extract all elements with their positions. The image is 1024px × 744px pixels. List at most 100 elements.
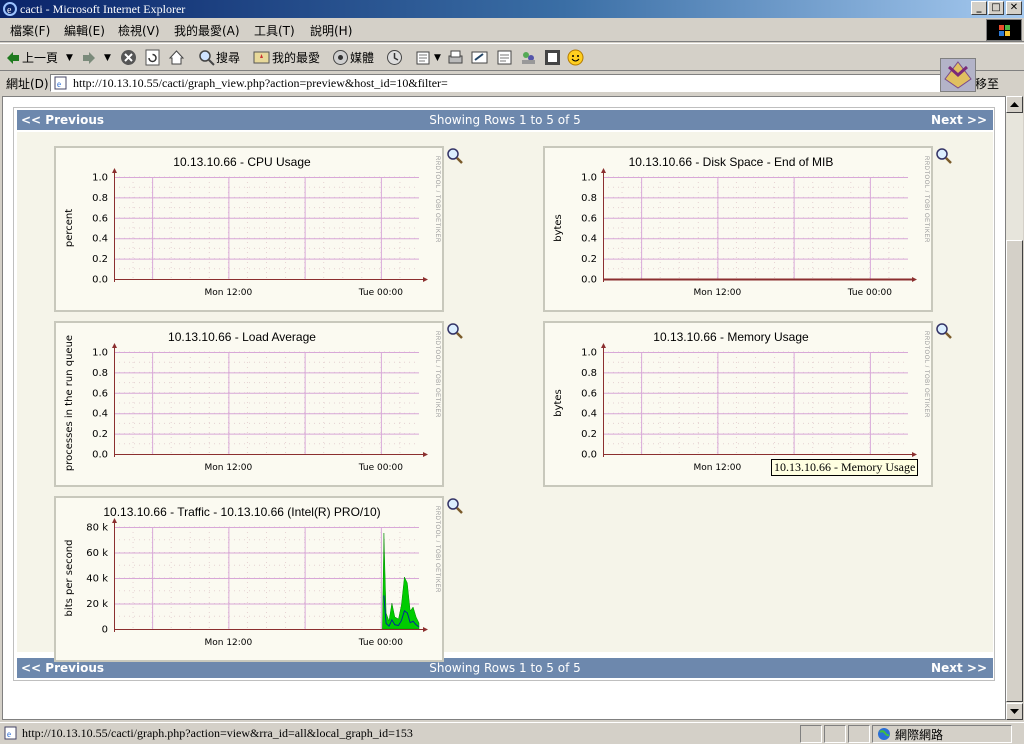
menu-help[interactable]: 說明(H) bbox=[310, 22, 352, 39]
y-tick-label: 1.0 bbox=[581, 348, 597, 359]
mail-icon[interactable] bbox=[416, 49, 433, 66]
discuss-icon[interactable] bbox=[496, 49, 513, 66]
svg-text:e: e bbox=[57, 79, 61, 89]
vertical-scrollbar[interactable] bbox=[1006, 96, 1023, 720]
y-tick-label: 1.0 bbox=[92, 348, 108, 359]
back-dropdown-icon[interactable]: ▼ bbox=[66, 48, 73, 68]
y-tick-label: 0.6 bbox=[581, 388, 597, 399]
y-tick-label: 0.4 bbox=[581, 234, 597, 245]
menu-edit[interactable]: 編輯(E) bbox=[64, 22, 105, 39]
zoom-magnifier-icon[interactable] bbox=[446, 322, 464, 340]
graph-plot: bytes 1.0 0.8 0.6 0.4 0.2 0.0 Mon 12:00 Tue 00:0… bbox=[553, 168, 917, 298]
graph-panel[interactable]: 10.13.10.66 - Disk Space - End of MIB RRD… bbox=[543, 146, 933, 312]
y-tick-label: 0.6 bbox=[92, 388, 108, 399]
address-url: http://10.13.10.55/cacti/graph_view.php?… bbox=[73, 76, 448, 90]
graph-tooltip: 10.13.10.66 - Memory Usage bbox=[771, 459, 919, 476]
next-link-top[interactable]: Next >> bbox=[931, 113, 987, 127]
research-icon[interactable] bbox=[544, 49, 561, 66]
traffic-in-area bbox=[382, 532, 420, 630]
y-axis-arrow bbox=[112, 343, 117, 348]
status-bar: e http://10.13.10.55/cacti/graph.php?act… bbox=[0, 722, 1024, 744]
y-axis-label: percent bbox=[64, 209, 75, 247]
history-icon[interactable] bbox=[386, 49, 403, 66]
page-icon: e bbox=[54, 76, 67, 90]
graph-plot: processes in the run queue 1.0 0.8 0.6 0.4 0.… bbox=[64, 335, 428, 473]
maximize-button[interactable]: □ bbox=[988, 1, 1004, 15]
y-tick-label: 0.0 bbox=[581, 450, 597, 461]
search-button[interactable]: 搜尋 bbox=[216, 48, 240, 68]
page-status-icon: e bbox=[4, 726, 17, 740]
mail-dropdown-icon[interactable]: ▼ bbox=[434, 48, 441, 68]
status-text: http://10.13.10.55/cacti/graph.php?actio… bbox=[22, 726, 413, 740]
scroll-thumb[interactable] bbox=[1006, 240, 1023, 702]
scroll-down-icon bbox=[1010, 709, 1019, 714]
graph-panel[interactable]: 10.13.10.66 - Load Average RRDTOOL / TOBI… bbox=[54, 321, 444, 487]
refresh-icon[interactable] bbox=[144, 49, 161, 66]
internet-zone: 網際網路 bbox=[895, 728, 944, 742]
menu-favorites[interactable]: 我的最愛(A) bbox=[174, 22, 240, 39]
y-tick-label: 1.0 bbox=[581, 173, 597, 184]
menu-file[interactable]: 檔案(F) bbox=[10, 22, 50, 39]
y-tick-label: 0.8 bbox=[92, 193, 108, 204]
favorites-icon[interactable] bbox=[253, 49, 270, 66]
y-tick-label: 0.6 bbox=[581, 213, 597, 224]
back-button[interactable]: 上一頁 bbox=[22, 48, 58, 68]
menu-tools[interactable]: 工具(T) bbox=[254, 22, 295, 39]
x-tick-label: Mon 12:00 bbox=[204, 463, 252, 473]
zoom-magnifier-icon[interactable] bbox=[935, 322, 953, 340]
page-viewport: << Previous Showing Rows 1 to 5 of 5 Nex… bbox=[2, 96, 1006, 720]
back-arrow-icon[interactable] bbox=[6, 51, 20, 65]
media-icon[interactable] bbox=[332, 49, 349, 66]
x-tick-label: Tue 00:00 bbox=[358, 463, 403, 473]
graph-plot: percent 1.0 0.8 0.6 0.4 0.2 0.0 Mon 12:00 Tue 00… bbox=[64, 168, 428, 298]
edit-icon[interactable] bbox=[471, 49, 488, 66]
x-axis-arrow bbox=[423, 452, 428, 457]
y-tick-label: 60 k bbox=[86, 548, 108, 559]
messenger-icon[interactable] bbox=[520, 49, 537, 66]
y-tick-label: 0.8 bbox=[92, 368, 108, 379]
print-icon[interactable] bbox=[447, 49, 464, 66]
media-button[interactable]: 媒體 bbox=[350, 48, 374, 68]
go-button[interactable]: 移至 bbox=[975, 75, 999, 92]
graph-panel[interactable]: 10.13.10.66 - Traffic - 10.13.10.66 (Int… bbox=[54, 496, 444, 662]
forward-dropdown-icon[interactable]: ▼ bbox=[104, 48, 111, 68]
y-tick-label: 40 k bbox=[86, 574, 108, 585]
x-tick-label: Mon 12:00 bbox=[693, 288, 741, 298]
status-panel bbox=[800, 725, 822, 743]
scroll-up-icon bbox=[1010, 102, 1019, 107]
svg-text:e: e bbox=[7, 729, 11, 739]
favorites-button[interactable]: 我的最愛 bbox=[272, 48, 320, 68]
close-button[interactable]: ✕ bbox=[1006, 1, 1022, 15]
avatar-icon bbox=[944, 61, 972, 89]
x-axis-arrow bbox=[423, 627, 428, 632]
y-tick-label: 0.4 bbox=[92, 234, 108, 245]
x-axis-arrow bbox=[912, 452, 917, 457]
zoom-magnifier-icon[interactable] bbox=[446, 497, 464, 515]
y-tick-label: 0.8 bbox=[581, 193, 597, 204]
graph-panel[interactable]: 10.13.10.66 - CPU Usage RRDTOOL / TOBI OE… bbox=[54, 146, 444, 312]
page-content: << Previous Showing Rows 1 to 5 of 5 Nex… bbox=[13, 107, 995, 681]
status-panel bbox=[848, 725, 870, 743]
y-tick-label: 0.2 bbox=[581, 429, 597, 440]
menu-view[interactable]: 檢視(V) bbox=[118, 22, 160, 39]
x-axis-arrow bbox=[423, 277, 428, 282]
zoom-magnifier-icon[interactable] bbox=[446, 147, 464, 165]
rows-indicator-top: Showing Rows 1 to 5 of 5 bbox=[429, 113, 581, 127]
y-axis-arrow bbox=[112, 168, 117, 173]
windows-logo bbox=[986, 19, 1022, 41]
y-tick-label: 0.0 bbox=[92, 275, 108, 286]
scroll-down-button[interactable] bbox=[1006, 703, 1023, 720]
window-title: cacti - Microsoft Internet Explorer bbox=[20, 2, 186, 16]
stop-icon[interactable] bbox=[120, 49, 137, 66]
zoom-magnifier-icon[interactable] bbox=[935, 147, 953, 165]
menu-bar: 檔案(F) 編輯(E) 檢視(V) 我的最愛(A) 工具(T) 說明(H) bbox=[0, 18, 1024, 42]
home-icon[interactable] bbox=[168, 49, 185, 66]
smiley-icon[interactable] bbox=[567, 49, 584, 66]
scroll-up-button[interactable] bbox=[1006, 96, 1023, 113]
address-input[interactable]: e http://10.13.10.55/cacti/graph_view.ph… bbox=[50, 74, 972, 92]
y-tick-label: 0.4 bbox=[92, 409, 108, 420]
minimize-button[interactable]: _ bbox=[971, 1, 987, 15]
next-link-bottom[interactable]: Next >> bbox=[931, 661, 987, 675]
forward-arrow-icon[interactable] bbox=[82, 51, 96, 65]
search-icon[interactable] bbox=[198, 49, 215, 66]
